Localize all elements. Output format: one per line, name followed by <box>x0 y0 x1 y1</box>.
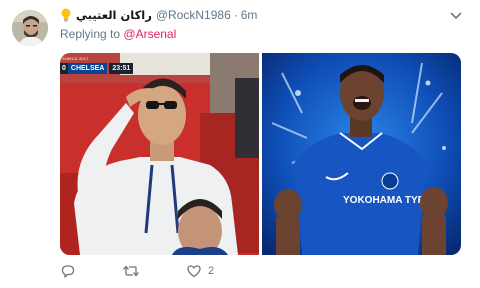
retweet-icon <box>123 265 139 277</box>
scorebug-clock: 23:51 <box>109 63 134 74</box>
reply-button[interactable] <box>60 262 76 280</box>
tweet[interactable]: راكان العتيبي @RockN1986 · 6m Replying t… <box>0 0 480 288</box>
avatar[interactable] <box>12 10 48 46</box>
celebration-photo: YOKOHAMA TYRES <box>262 53 461 255</box>
media-photo-left[interactable]: 0 CHELSEA 23:51 SHIELD 2017 <box>60 53 259 255</box>
media-photo-right[interactable]: YOKOHAMA TYRES <box>262 53 461 255</box>
retweet-button[interactable] <box>122 262 140 280</box>
like-count: 2 <box>208 265 215 277</box>
scorebug-score: 0 <box>60 63 68 74</box>
tweet-media[interactable]: 0 CHELSEA 23:51 SHIELD 2017 YOKOHAMA TYR… <box>60 53 461 255</box>
avatar-image <box>12 10 48 46</box>
timestamp[interactable]: 6m <box>241 8 258 22</box>
tweet-actions: 2 <box>60 262 360 280</box>
reply-icon <box>61 265 75 278</box>
replying-prefix: Replying to <box>60 27 121 41</box>
replying-to-link[interactable]: @Arsenal <box>123 27 176 41</box>
chevron-down-icon[interactable] <box>449 9 463 23</box>
user-handle[interactable]: @RockN1986 <box>156 8 231 22</box>
tweet-header: راكان العتيبي @RockN1986 · 6m <box>60 7 257 23</box>
scorebug: 0 CHELSEA 23:51 <box>60 63 134 74</box>
like-button[interactable]: 2 <box>186 262 214 280</box>
lightbulb-icon <box>60 8 72 22</box>
scorebug-caption: SHIELD 2017 <box>62 56 89 61</box>
heart-icon <box>187 265 201 278</box>
stadium-photo <box>60 53 259 255</box>
replying-to: Replying to @Arsenal <box>60 27 176 41</box>
separator-dot: · <box>233 8 238 22</box>
scorebug-team: CHELSEA <box>67 63 108 74</box>
display-name[interactable]: راكان العتيبي <box>76 8 152 22</box>
